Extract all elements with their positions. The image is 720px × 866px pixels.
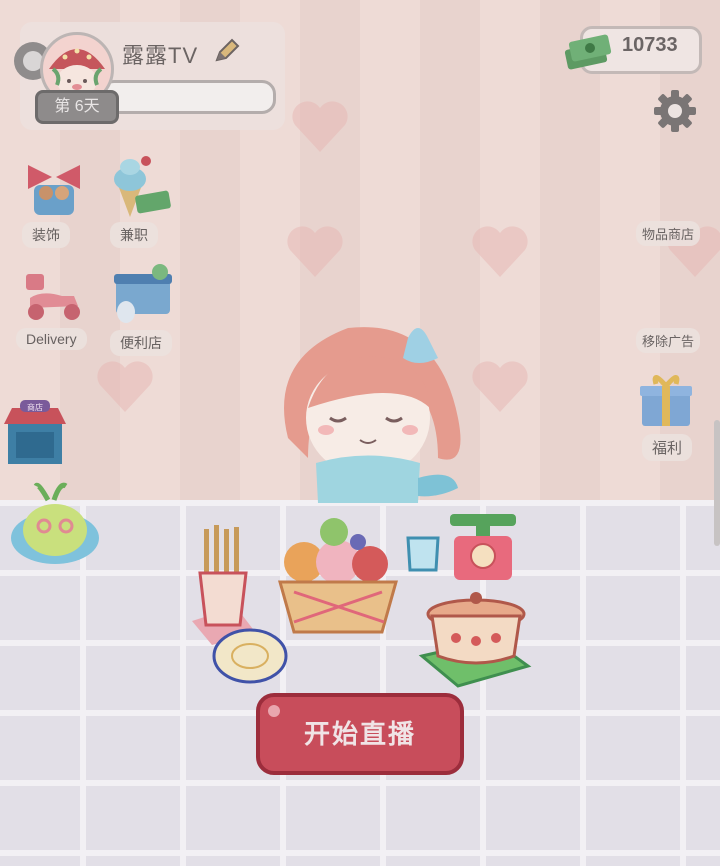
- shop-stall-sign: 商店: [27, 402, 43, 412]
- ice-cream-job-icon[interactable]: [106, 155, 174, 219]
- player-name: 露露TV: [122, 43, 199, 68]
- start-live-button[interactable]: 开始直播: [256, 693, 464, 775]
- heart-decoration-icon: [472, 226, 528, 277]
- heart-decoration-icon: [292, 101, 348, 152]
- heart-decoration-icon: [97, 361, 153, 412]
- decor-bow-icon[interactable]: [22, 155, 86, 219]
- fruit-basket-icon[interactable]: [274, 512, 402, 638]
- kitchen-scale-icon[interactable]: [446, 510, 520, 584]
- green-pet-icon[interactable]: [8, 476, 102, 568]
- experience-bar: [100, 80, 276, 114]
- parttime-label[interactable]: 兼职: [110, 222, 158, 248]
- side-scroll-handle[interactable]: [714, 420, 720, 546]
- heart-decoration-icon: [472, 361, 528, 412]
- heart-decoration-icon: [287, 226, 343, 277]
- shop-stall-icon[interactable]: 商店: [2, 396, 68, 468]
- cash-stack-icon: [564, 34, 612, 70]
- measuring-cup-icon[interactable]: [404, 534, 446, 574]
- item-shop-label[interactable]: 物品商店: [636, 221, 701, 246]
- delivery-label[interactable]: Delivery: [16, 328, 87, 350]
- gift-box-icon[interactable]: [638, 370, 694, 428]
- convenience-store-label[interactable]: 便利店: [110, 330, 172, 356]
- streamer-character[interactable]: [268, 318, 468, 508]
- decor-label[interactable]: 装饰: [22, 222, 70, 248]
- coin-value: 10733: [622, 34, 678, 56]
- convenience-store-icon[interactable]: [110, 264, 174, 328]
- day-counter-badge: 第 6天: [35, 90, 119, 124]
- welfare-label[interactable]: 福利: [642, 434, 693, 461]
- breadstick-cup-icon[interactable]: [190, 525, 260, 645]
- gear-icon[interactable]: [652, 88, 698, 134]
- cooking-pot-icon[interactable]: [416, 586, 536, 690]
- remove-ads-label[interactable]: 移除广告: [636, 328, 701, 353]
- pencil-icon[interactable]: [212, 36, 242, 66]
- scooter-delivery-icon[interactable]: [22, 268, 86, 324]
